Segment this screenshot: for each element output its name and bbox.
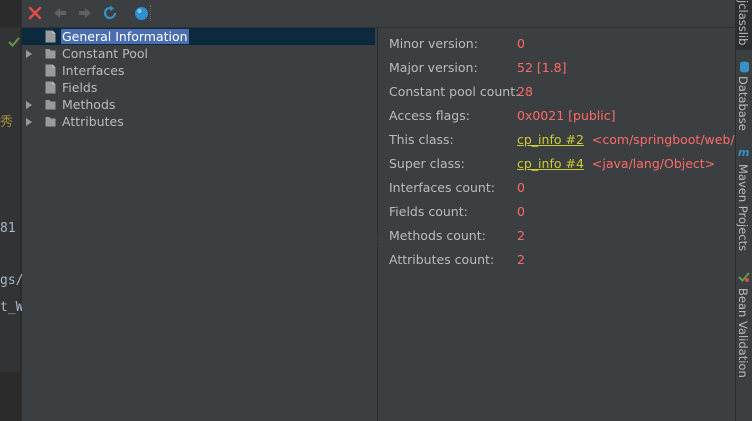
- detail-label: Interfaces count:: [389, 180, 495, 195]
- detail-label: This class:: [389, 132, 454, 147]
- tree-item-label: Attributes: [62, 114, 124, 129]
- detail-value: 2: [517, 252, 525, 267]
- detail-label: Fields count:: [389, 204, 468, 219]
- detail-label: Methods count:: [389, 228, 486, 243]
- back-icon: [54, 8, 66, 18]
- editor-fragment: gs/: [0, 273, 22, 288]
- tool-tab-jclasslib[interactable]: jclasslib: [736, 0, 752, 50]
- detail-label: Major version:: [389, 60, 478, 75]
- detail-label: Attributes count:: [389, 252, 495, 267]
- tool-tab-label: Database: [736, 76, 750, 131]
- right-tool-window-bar: jclasslib Database m Maven Projects Bean…: [735, 0, 752, 421]
- tool-tab-label: Maven Projects: [736, 164, 750, 252]
- maven-icon: m: [738, 146, 750, 159]
- expand-arrow-icon[interactable]: [26, 100, 32, 109]
- refresh-icon: [103, 5, 117, 20]
- editor-gutter: 秀 81 gs/ t_W: [0, 0, 22, 421]
- detail-label: Constant pool count:: [389, 84, 520, 99]
- tree-item-label: General Information: [61, 29, 189, 44]
- editor-strip: [0, 27, 20, 372]
- tree-item-label: Fields: [62, 80, 98, 95]
- detail-value: 2: [517, 228, 525, 243]
- tree-item-fields[interactable]: Fields: [22, 79, 375, 96]
- tree-item-general-information[interactable]: General Information: [22, 28, 375, 45]
- file-icon: [45, 64, 56, 77]
- detail-value: 0: [517, 180, 525, 195]
- tree-item-label: Interfaces: [62, 63, 125, 78]
- super-class-link[interactable]: cp_info #4: [517, 156, 584, 171]
- tree-item-label: Constant Pool: [62, 46, 149, 61]
- detail-label: Super class:: [389, 156, 465, 171]
- editor-fragment: 81: [0, 221, 16, 236]
- detail-value: 28: [517, 84, 533, 99]
- detail-label: Minor version:: [389, 36, 478, 51]
- editor-fragment: 秀: [0, 115, 14, 130]
- tree-item-constant-pool[interactable]: Constant Pool: [22, 45, 375, 62]
- database-icon: [740, 61, 749, 73]
- folder-icon: [45, 49, 56, 59]
- bean-validation-icon: [738, 272, 750, 282]
- tree-item-attributes[interactable]: Attributes: [22, 113, 375, 130]
- file-icon: [45, 30, 56, 43]
- tree-item-label: Methods: [62, 97, 116, 112]
- tool-tab-label: Bean Validation: [736, 288, 750, 378]
- tree-item-interfaces[interactable]: Interfaces: [22, 62, 375, 79]
- gutter-check-icon: [8, 36, 20, 48]
- structure-tree: General Information Constant Pool Interf…: [22, 28, 375, 421]
- detail-value: 0x0021 [public]: [517, 108, 616, 123]
- expand-arrow-icon[interactable]: [26, 49, 32, 58]
- panel-splitter[interactable]: [375, 28, 377, 421]
- forward-button[interactable]: [76, 4, 94, 22]
- refresh-button[interactable]: [101, 4, 119, 22]
- detail-value-group: cp_info #4 <java/lang/Object>: [517, 156, 715, 171]
- this-class-link[interactable]: cp_info #2: [517, 132, 584, 147]
- detail-value: 0: [517, 36, 525, 51]
- toolbar-separator: [150, 5, 152, 21]
- close-button[interactable]: [26, 4, 44, 22]
- detail-value: 0: [517, 204, 525, 219]
- detail-value-group: cp_info #2 <com/springboot/web/demo: [517, 132, 735, 147]
- editor-fragment: t_W: [0, 300, 22, 315]
- globe-icon: [134, 6, 148, 20]
- general-information-panel: Minor version: 0 Major version: 52 [1.8]…: [378, 28, 735, 421]
- back-button[interactable]: [51, 4, 69, 22]
- close-icon: [28, 6, 42, 20]
- jclasslib-toolbar: [22, 0, 735, 28]
- folder-icon: [45, 100, 56, 110]
- tool-tab-label: jclasslib: [736, 0, 750, 46]
- folder-icon: [45, 117, 56, 127]
- tool-tab-maven-projects[interactable]: m Maven Projects: [736, 146, 752, 256]
- file-icon: [45, 81, 56, 94]
- tree-item-methods[interactable]: Methods: [22, 96, 375, 113]
- detail-label: Access flags:: [389, 108, 470, 123]
- super-class-name: <java/lang/Object>: [591, 156, 716, 171]
- tool-tab-database[interactable]: Database: [736, 58, 752, 132]
- forward-icon: [79, 8, 91, 18]
- web-button[interactable]: [132, 4, 150, 22]
- tool-tab-bean-validation[interactable]: Bean Validation: [736, 268, 752, 378]
- detail-value: 52 [1.8]: [517, 60, 567, 75]
- this-class-name: <com/springboot/web/demo: [591, 132, 735, 147]
- expand-arrow-icon[interactable]: [26, 117, 32, 126]
